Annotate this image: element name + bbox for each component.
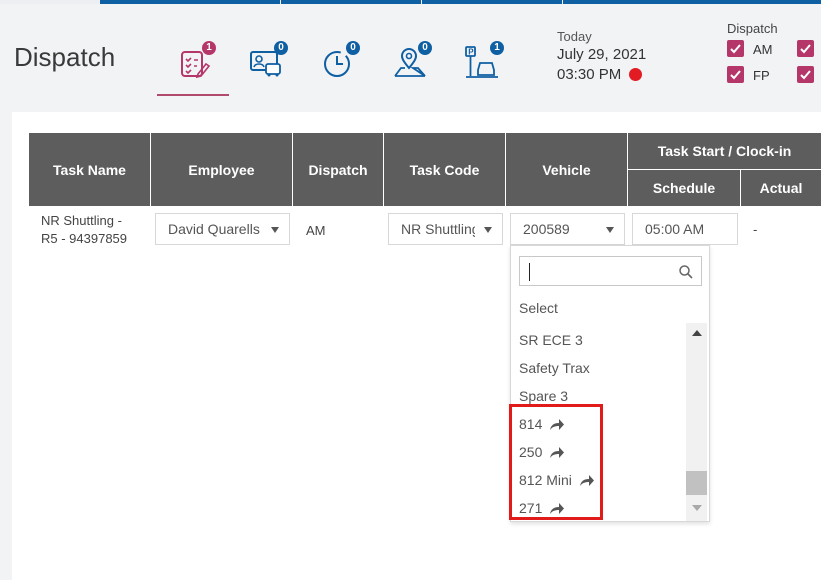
dispatch-option-checkbox[interactable] [797, 40, 814, 57]
dispatch-am-checkbox[interactable] [727, 40, 744, 57]
dispatch-option-checkbox[interactable] [797, 66, 814, 83]
column-header-task-name[interactable]: Task Name [29, 133, 150, 206]
svg-text:P: P [468, 48, 474, 57]
actual-value: - [753, 222, 758, 237]
column-header-schedule[interactable]: Schedule [628, 170, 740, 206]
dropdown-option[interactable]: Spare 3 [519, 386, 568, 406]
dropdown-option[interactable]: SR ECE 3 [519, 330, 583, 350]
top-bar-segment [100, 0, 280, 4]
vehicle-select[interactable]: 200589 [510, 213, 625, 245]
parking-badge: 1 [490, 41, 504, 55]
schedule-time-input[interactable]: 05:00 AM [632, 213, 738, 245]
text-cursor [529, 263, 530, 281]
column-header-employee[interactable]: Employee [151, 133, 292, 206]
vehicle-search-input[interactable] [519, 256, 702, 286]
column-group-task-start: Task Start / Clock-in [628, 133, 821, 169]
highlight-annotation-box [509, 404, 603, 520]
nav-active-indicator [157, 94, 229, 96]
dispatch-fp-label: FP [753, 68, 770, 83]
employee-value: David Quarells [168, 221, 260, 237]
checkmark-icon [800, 70, 811, 80]
dispatch-value: AM [306, 223, 326, 238]
option-label: Safety Trax [519, 360, 590, 376]
nav-tasks-button[interactable]: 1 [176, 41, 216, 80]
top-bar-segment [281, 0, 421, 4]
task-name-line1: NR Shuttling - [41, 213, 122, 228]
top-bar-segment [422, 0, 562, 4]
tasks-badge: 1 [202, 41, 216, 55]
option-label: SR ECE 3 [519, 332, 583, 348]
nav-parking-button[interactable]: P 1 [464, 41, 504, 80]
column-header-dispatch[interactable]: Dispatch [293, 133, 383, 206]
chevron-down-icon [484, 227, 492, 233]
dispatch-am-label: AM [753, 42, 773, 57]
schedule-value: 05:00 AM [645, 221, 705, 237]
nav-employees-button[interactable]: 0 [248, 41, 288, 80]
current-time: 03:30 PM [557, 66, 622, 83]
chevron-down-icon [606, 227, 614, 233]
current-date: July 29, 2021 [557, 46, 647, 63]
checkmark-icon [730, 44, 741, 54]
employee-select[interactable]: David Quarells [155, 213, 290, 245]
dispatch-fp-checkbox[interactable] [727, 66, 744, 83]
column-header-actual[interactable]: Actual [741, 170, 821, 206]
search-icon [679, 265, 693, 279]
date-time-block: Today July 29, 2021 03:30 PM [557, 29, 646, 83]
live-status-dot [629, 68, 643, 81]
task-code-value: NR Shuttling [401, 221, 475, 237]
top-progress-bar [0, 0, 821, 4]
nav-clock-button[interactable]: 0 [320, 41, 360, 80]
chevron-down-icon [271, 227, 279, 233]
nav-map-button[interactable]: 0 [392, 41, 432, 80]
dispatch-filter-label: Dispatch [727, 21, 778, 36]
clock-badge: 0 [346, 41, 360, 55]
scroll-down-arrow-icon[interactable] [692, 505, 702, 511]
task-name-line2: R5 - 94397859 [41, 231, 128, 246]
column-header-vehicle[interactable]: Vehicle [506, 133, 627, 206]
today-label: Today [557, 29, 592, 44]
task-code-select[interactable]: NR Shuttling [388, 213, 503, 245]
checkmark-icon [730, 70, 741, 80]
vehicle-value: 200589 [523, 221, 570, 237]
option-label: Spare 3 [519, 388, 569, 404]
dropdown-option-select[interactable]: Select [519, 298, 558, 318]
scroll-up-arrow-icon[interactable] [692, 330, 702, 336]
map-badge: 0 [418, 41, 432, 55]
top-bar-segment [563, 0, 821, 4]
column-header-task-code[interactable]: Task Code [384, 133, 505, 206]
page-title: Dispatch [14, 42, 116, 72]
scrollbar-thumb[interactable] [686, 471, 707, 495]
employees-badge: 0 [274, 41, 288, 55]
checkmark-icon [800, 44, 811, 54]
dropdown-option[interactable]: Safety Trax [519, 358, 590, 378]
